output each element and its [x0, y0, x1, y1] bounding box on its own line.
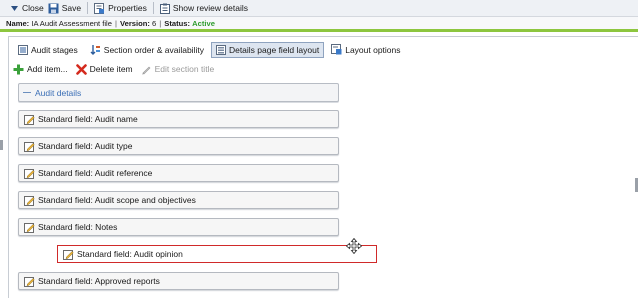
- tab-label: Layout options: [345, 44, 401, 55]
- field-item-audit-type[interactable]: Standard field: Audit type: [18, 137, 339, 155]
- toolbar-divider: [152, 2, 154, 14]
- plus-icon: [13, 64, 24, 74]
- list-icon: [18, 44, 28, 55]
- tab-details-page-field-layout[interactable]: Details page field layout: [210, 41, 325, 58]
- field-actions: Add item... Delete item Edit section tit…: [13, 61, 222, 77]
- edit-field-icon: [24, 222, 35, 233]
- edit-field-icon: [24, 141, 35, 152]
- left-splitter-handle[interactable]: [0, 140, 3, 150]
- field-item-audit-opinion-dragging[interactable]: Standard field: Audit opinion: [57, 245, 377, 263]
- sort-icon: [90, 45, 100, 55]
- field-item-label: Standard field: Audit opinion: [77, 249, 183, 259]
- pencil-icon: [141, 66, 151, 74]
- save-label: Save: [61, 3, 82, 13]
- tab-layout-options[interactable]: Layout options: [326, 42, 405, 58]
- edit-field-icon: [24, 195, 35, 206]
- status-key: Status:: [164, 18, 191, 28]
- tab-section-order[interactable]: Section order & availability: [85, 42, 209, 58]
- field-item-approved-reports[interactable]: Standard field: Approved reports: [18, 272, 339, 290]
- options-icon: [331, 44, 342, 55]
- field-item-audit-name[interactable]: Standard field: Audit name: [18, 110, 339, 128]
- field-item-audit-scope[interactable]: Standard field: Audit scope and objectiv…: [18, 191, 339, 209]
- field-item-label: Standard field: Audit name: [38, 114, 138, 124]
- tab-label: Details page field layout: [228, 44, 320, 55]
- field-item-label: Standard field: Approved reports: [38, 276, 160, 286]
- properties-button[interactable]: Properties: [92, 1, 149, 16]
- field-item-label: Standard field: Audit reference: [38, 168, 153, 178]
- move-cursor-icon: [346, 238, 362, 254]
- edit-field-icon: [24, 276, 35, 287]
- tab-label: Section order & availability: [103, 44, 204, 55]
- properties-icon: [94, 2, 105, 14]
- info-separator: |: [114, 18, 117, 28]
- field-item-label: Standard field: Audit type: [38, 141, 133, 151]
- view-tabs: Audit stages Section order & availabilit…: [13, 41, 408, 58]
- top-toolbar: Close Save Properties Show review detail…: [0, 0, 638, 17]
- close-label: Close: [22, 3, 44, 13]
- delete-item-button[interactable]: Delete item: [75, 63, 133, 75]
- version-value: 6: [152, 18, 157, 28]
- edit-field-icon: [24, 114, 35, 125]
- delete-item-label: Delete item: [89, 64, 133, 74]
- properties-label: Properties: [108, 3, 147, 13]
- close-button[interactable]: Close: [8, 1, 46, 16]
- section-dash: [23, 92, 31, 93]
- field-item-label: Standard field: Notes: [38, 222, 118, 232]
- tab-audit-stages[interactable]: Audit stages: [13, 42, 83, 58]
- add-item-label: Add item...: [27, 64, 68, 74]
- edit-section-title-button[interactable]: Edit section title: [141, 64, 215, 75]
- file-name: IA Audit Assessment file: [31, 18, 112, 28]
- status-badge: Active: [192, 18, 215, 28]
- edit-section-title-label: Edit section title: [154, 64, 215, 74]
- field-item-notes[interactable]: Standard field: Notes: [18, 218, 339, 236]
- show-review-details-button[interactable]: Show review details: [158, 1, 250, 16]
- tab-label: Audit stages: [31, 44, 78, 55]
- save-button[interactable]: Save: [46, 1, 83, 16]
- field-item-label: Standard field: Audit scope and objectiv…: [38, 195, 196, 205]
- section-audit-details[interactable]: Audit details: [18, 83, 339, 102]
- edit-field-icon: [63, 249, 74, 260]
- status-accent-bar: [0, 29, 638, 32]
- info-separator: |: [159, 18, 162, 28]
- save-icon: [48, 3, 59, 13]
- layout-icon: [215, 44, 226, 55]
- toolbar-divider: [87, 2, 89, 14]
- show-review-details-label: Show review details: [172, 3, 248, 13]
- add-item-button[interactable]: Add item...: [13, 64, 68, 75]
- clipboard-icon: [159, 3, 170, 14]
- delete-icon: [75, 63, 87, 75]
- section-title: Audit details: [35, 87, 82, 98]
- name-key: Name:: [6, 18, 30, 28]
- file-info-bar: Name: IA Audit Assessment file | Version…: [0, 17, 638, 29]
- version-key: Version:: [119, 18, 150, 28]
- edit-field-icon: [24, 168, 35, 179]
- chevron-down-icon: [11, 5, 18, 11]
- field-item-audit-reference[interactable]: Standard field: Audit reference: [18, 164, 339, 182]
